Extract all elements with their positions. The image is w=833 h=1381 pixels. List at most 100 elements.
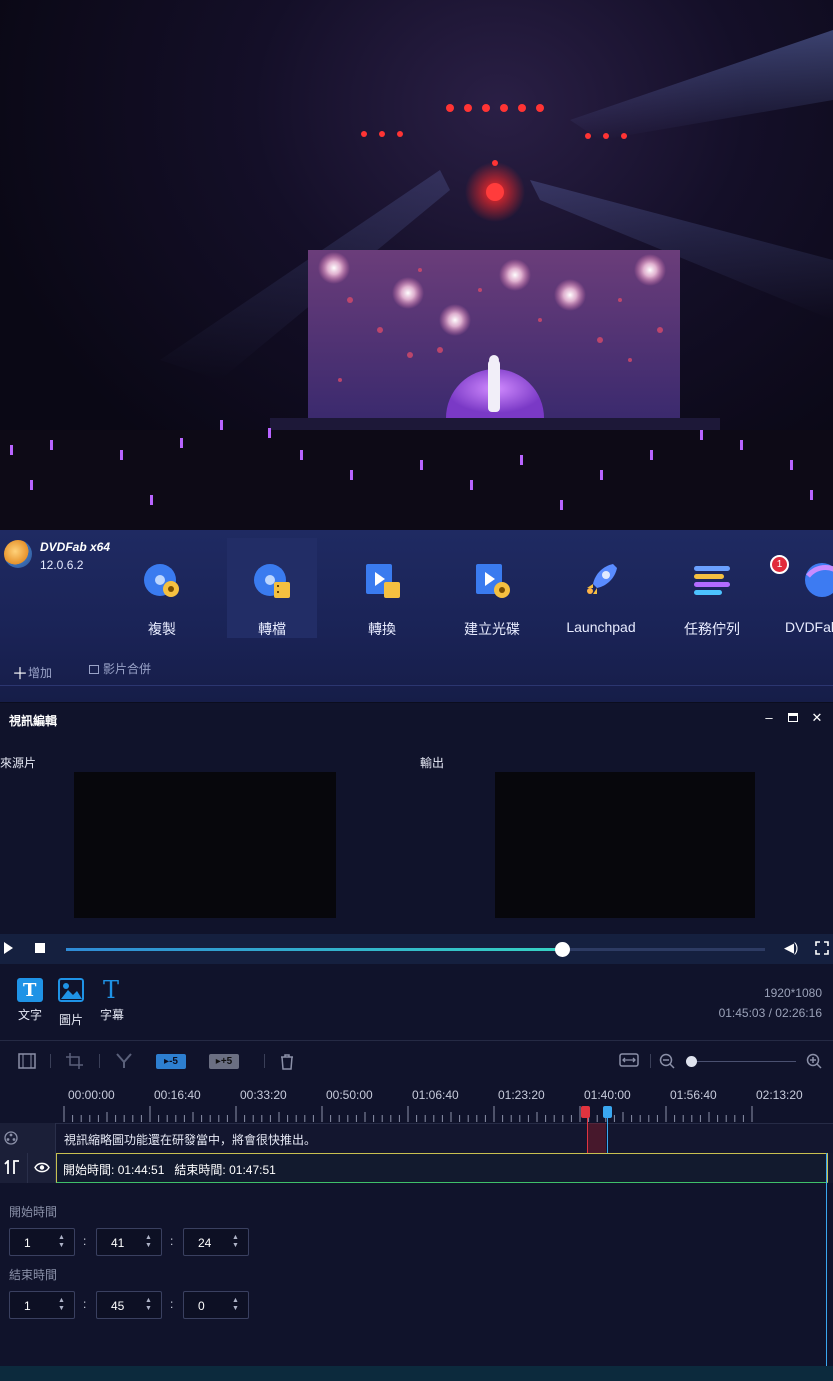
tool-converter[interactable]: 轉換: [337, 538, 427, 638]
tool-copy[interactable]: 複製: [117, 538, 207, 638]
zoom-slider-track[interactable]: [686, 1061, 796, 1062]
clip-start-value: 01:44:51: [117, 1163, 165, 1177]
tool-launchpad[interactable]: Launchpad: [556, 538, 646, 638]
trash-icon: [281, 1054, 293, 1070]
out-point-line: [826, 1153, 827, 1373]
toolbar-divider: [650, 1054, 651, 1068]
in-point-marker[interactable]: [581, 1106, 590, 1118]
end-hour-input[interactable]: 1 ▲ ▼: [9, 1291, 75, 1319]
zoom-slider-handle[interactable]: [686, 1056, 697, 1067]
split-button[interactable]: [115, 1053, 133, 1070]
dialog-title: 視訊編輯: [9, 714, 58, 728]
start-second-input[interactable]: 24 ▲ ▼: [183, 1228, 249, 1256]
clip-visibility-toggle[interactable]: [28, 1153, 56, 1183]
speaker-icon: ◀): [784, 940, 799, 955]
spin-arrows-icon[interactable]: ▲ ▼: [232, 1234, 240, 1250]
end-minute-input[interactable]: 45 ▲ ▼: [96, 1291, 162, 1319]
add-label: 增加: [28, 666, 53, 680]
scissors-icon: [116, 1053, 132, 1068]
add-button[interactable]: ＋增加: [12, 660, 52, 684]
volume-button[interactable]: ◀): [784, 940, 798, 956]
close-icon: ✕: [811, 710, 823, 725]
step-back-button[interactable]: ▸-5: [156, 1054, 186, 1069]
start-minute-value: 41: [111, 1236, 125, 1250]
subtitle-button[interactable]: T 字幕: [97, 976, 127, 1023]
spin-arrows-icon[interactable]: ▲ ▼: [58, 1297, 66, 1313]
close-button[interactable]: ✕: [810, 711, 824, 725]
maximize-button[interactable]: [786, 711, 800, 725]
crop-button[interactable]: [66, 1053, 84, 1070]
tool-task-queue[interactable]: 任務佇列: [667, 538, 757, 638]
time-separator: :: [83, 1297, 87, 1311]
clip-times: 開始時間: 01:44:51 結束時間: 01:47:51: [63, 1161, 276, 1178]
playback-progress: [66, 948, 563, 951]
start-minute-input[interactable]: 41 ▲ ▼: [96, 1228, 162, 1256]
film-icon[interactable]: [18, 1053, 36, 1070]
tool-label: 轉換: [368, 621, 396, 637]
video-resolution: 1920*1080: [763, 986, 822, 1000]
tool-creator[interactable]: 建立光碟: [447, 538, 537, 638]
film-strip-icon: [18, 1053, 36, 1069]
time-position: 01:45:03 / 02:26:16: [718, 1006, 822, 1020]
timeline-tick-label: 01:40:00: [584, 1088, 631, 1102]
timeline-tick-label: 00:33:20: [240, 1088, 287, 1102]
merge-button[interactable]: 影片合併: [89, 660, 151, 677]
play-button[interactable]: [4, 942, 13, 954]
fit-timeline-button[interactable]: [619, 1053, 639, 1070]
clip-track-mode[interactable]: [0, 1153, 28, 1183]
timeline-tick-label: 01:06:40: [412, 1088, 459, 1102]
image-watermark-icon: [58, 978, 84, 1002]
dvdfab-logo: [4, 540, 32, 568]
merge-label: 影片合併: [103, 662, 152, 676]
clip-end-label: 結束時間:: [174, 1163, 226, 1177]
image-watermark-button[interactable]: 圖片: [56, 978, 86, 1028]
spin-arrows-icon[interactable]: ▲ ▼: [145, 1297, 153, 1313]
plus-icon: ＋: [12, 666, 29, 683]
dvdfab-icon: [805, 563, 833, 597]
playhead-line: [607, 1112, 608, 1153]
timeline-tick-label: 00:16:40: [154, 1088, 201, 1102]
crop-icon: [66, 1053, 83, 1069]
toolbar-divider: [50, 1054, 51, 1068]
subtitle-label: 字幕: [99, 1008, 124, 1022]
spin-arrows-icon[interactable]: ▲ ▼: [145, 1234, 153, 1250]
timeline-tick-label: 00:00:00: [68, 1088, 115, 1102]
zoom-in-button[interactable]: [806, 1053, 822, 1070]
zoom-in-icon: [806, 1053, 822, 1069]
thumbnail-notice: 視訊縮略圖功能還在研發當中，將會很快推出。: [64, 1133, 317, 1147]
stop-button[interactable]: [35, 943, 45, 953]
task-queue-icon: [694, 566, 730, 595]
output-preview: [495, 772, 755, 918]
start-second-value: 24: [198, 1236, 212, 1250]
text-watermark-button[interactable]: T 文字: [15, 978, 45, 1023]
timeline-tick-label: 00:50:00: [326, 1088, 373, 1102]
text-watermark-icon: T: [17, 978, 43, 1002]
delete-button[interactable]: [279, 1053, 295, 1070]
start-time-label: 開始時間: [9, 1205, 58, 1219]
zoom-out-button[interactable]: [659, 1053, 675, 1070]
tool-dvdfab[interactable]: DVDFab: [776, 538, 833, 638]
thumbnail-track-header: [0, 1123, 56, 1153]
end-time-label: 結束時間: [9, 1268, 58, 1282]
start-hour-input[interactable]: 1 ▲ ▼: [9, 1228, 75, 1256]
source-pane-label: 來源片: [0, 756, 37, 770]
end-second-value: 0: [198, 1299, 205, 1313]
time-separator: :: [170, 1234, 174, 1248]
tool-label: 任務佇列: [684, 621, 740, 637]
end-minute-value: 45: [111, 1299, 125, 1313]
step-forward-button[interactable]: ▸+5: [209, 1054, 239, 1069]
subtitle-icon: T: [103, 976, 120, 1004]
minimize-button[interactable]: –: [762, 711, 776, 725]
step-back-label: -5: [169, 1056, 178, 1067]
fullscreen-button[interactable]: [815, 941, 829, 955]
playhead-marker[interactable]: [603, 1106, 612, 1118]
spin-arrows-icon[interactable]: ▲ ▼: [232, 1297, 240, 1313]
tool-label: Launchpad: [566, 619, 636, 635]
rocket-icon: [587, 564, 617, 594]
clip-end-value: 01:47:51: [229, 1163, 276, 1177]
spin-arrows-icon[interactable]: ▲ ▼: [58, 1234, 66, 1250]
end-second-input[interactable]: 0 ▲ ▼: [183, 1291, 249, 1319]
end-hour-value: 1: [24, 1299, 31, 1313]
tool-ripper[interactable]: 轉檔: [227, 538, 317, 638]
text-watermark-label: 文字: [17, 1008, 42, 1022]
